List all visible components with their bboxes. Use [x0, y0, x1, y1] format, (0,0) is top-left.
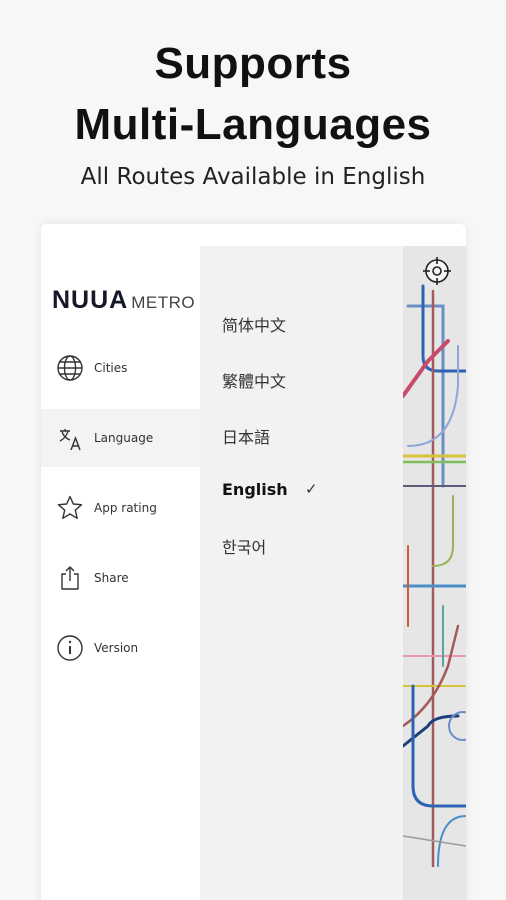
menu-item-label: Cities — [94, 361, 128, 375]
locate-icon[interactable] — [422, 256, 452, 286]
hero-subtitle: All Routes Available in English — [80, 164, 426, 190]
share-icon — [56, 564, 84, 592]
star-icon — [56, 494, 84, 522]
language-list: 简体中文 繁體中文 日本語 English ✓ 한국어 — [200, 246, 403, 900]
side-menu: NUUA METRO Cities Language App rating Sh… — [41, 224, 200, 900]
app-logo: NUUA METRO — [52, 286, 195, 316]
language-option-traditional-chinese[interactable]: 繁體中文 — [222, 368, 286, 392]
translate-icon — [56, 424, 84, 452]
menu-item-cities[interactable]: Cities — [41, 339, 200, 397]
menu-item-version[interactable]: Version — [41, 619, 200, 677]
language-option-japanese[interactable]: 日本語 — [222, 424, 270, 448]
info-icon — [56, 634, 84, 662]
language-option-simplified-chinese[interactable]: 简体中文 — [222, 312, 286, 336]
menu-item-label: Language — [94, 431, 154, 445]
menu-item-share[interactable]: Share — [41, 549, 200, 607]
globe-icon — [56, 354, 84, 382]
check-icon: ✓ — [305, 480, 318, 498]
hero-section: Supports Multi-Languages All Routes Avai… — [0, 0, 506, 220]
phone-screen: NUUA METRO Cities Language App rating Sh… — [41, 224, 466, 900]
menu-item-label: Version — [94, 641, 139, 655]
language-option-english[interactable]: English — [222, 480, 288, 499]
language-option-korean[interactable]: 한국어 — [222, 534, 266, 558]
menu-item-language[interactable]: Language — [41, 409, 200, 467]
menu-item-label: Share — [94, 571, 129, 585]
logo-brand: NUUA — [52, 286, 129, 314]
menu-item-label: App rating — [94, 501, 157, 515]
metro-map[interactable] — [403, 246, 466, 900]
hero-title-line1: Supports — [154, 39, 352, 88]
menu-item-app-rating[interactable]: App rating — [41, 479, 200, 537]
hero-title-line2: Multi-Languages — [74, 100, 432, 149]
logo-sub: METRO — [131, 293, 196, 312]
